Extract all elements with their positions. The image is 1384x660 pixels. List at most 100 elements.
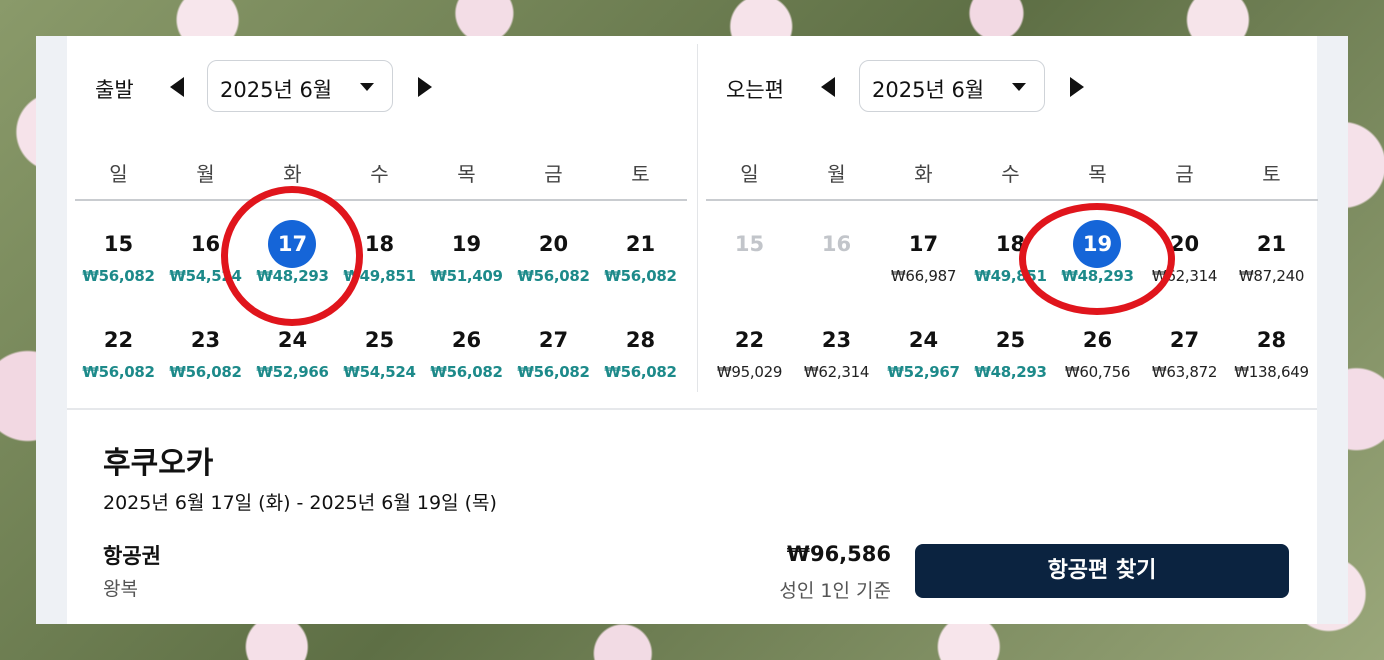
departure-day-cell[interactable]: 21 ₩56,082 bbox=[597, 221, 684, 301]
departure-day-cell[interactable]: 15 ₩56,082 bbox=[75, 221, 162, 301]
return-day-cell[interactable]: 25 ₩48,293 bbox=[967, 317, 1054, 397]
departure-day-cell[interactable]: 26 ₩56,082 bbox=[423, 317, 510, 397]
trip-type: 왕복 bbox=[103, 578, 138, 600]
day-number: 16 bbox=[821, 232, 852, 256]
return-day-cell[interactable]: 18 ₩49,851 bbox=[967, 221, 1054, 301]
return-calendar: 오는편 2025년 6월 일 월 화 수 목 금 토 15 16 17 ₩66,9 bbox=[706, 36, 1318, 408]
day-number: 18 bbox=[995, 232, 1026, 256]
day-number: 26 bbox=[451, 328, 482, 352]
prev-month-arrow-icon[interactable] bbox=[821, 77, 835, 97]
day-number: 22 bbox=[103, 328, 134, 352]
day-number: 17 bbox=[277, 232, 308, 256]
return-day-cell-selected[interactable]: 19 ₩48,293 bbox=[1054, 220, 1141, 301]
day-price: ₩56,082 bbox=[82, 363, 155, 381]
day-price: ₩56,082 bbox=[604, 363, 677, 381]
day-number: 25 bbox=[995, 328, 1026, 352]
return-day-cell[interactable]: 23 ₩62,314 bbox=[793, 317, 880, 397]
day-number: 26 bbox=[1082, 328, 1113, 352]
search-flights-button[interactable]: 항공편 찾기 bbox=[915, 544, 1289, 598]
return-day-cell[interactable]: 24 ₩52,967 bbox=[880, 317, 967, 397]
flight-date-picker-panel: 출발 2025년 6월 일 월 화 수 목 금 토 15 ₩56,082 16 ₩5… bbox=[36, 36, 1348, 624]
prev-month-arrow-icon[interactable] bbox=[170, 77, 184, 97]
day-price: ₩56,082 bbox=[517, 267, 590, 285]
day-price: ₩48,293 bbox=[256, 267, 329, 285]
departure-day-cell[interactable]: 18 ₩49,851 bbox=[336, 221, 423, 301]
day-number: 23 bbox=[821, 328, 852, 352]
return-day-cell[interactable]: 20 ₩62,314 bbox=[1141, 221, 1228, 301]
day-number: 27 bbox=[1169, 328, 1200, 352]
day-number: 19 bbox=[1082, 232, 1113, 256]
return-day-cell[interactable]: 27 ₩63,872 bbox=[1141, 317, 1228, 397]
day-number: 19 bbox=[451, 232, 482, 256]
weekday-label: 화 bbox=[283, 162, 302, 186]
return-day-cell-disabled: 15 bbox=[706, 221, 793, 301]
day-price: ₩56,082 bbox=[517, 363, 590, 381]
day-price: ₩87,240 bbox=[1238, 267, 1305, 285]
day-price: ₩56,082 bbox=[169, 363, 242, 381]
weekday-label: 월 bbox=[196, 162, 215, 186]
departure-day-cell[interactable]: 27 ₩56,082 bbox=[510, 317, 597, 397]
departure-day-cell[interactable]: 19 ₩51,409 bbox=[423, 221, 510, 301]
weekday-label: 토 bbox=[631, 162, 650, 186]
next-month-arrow-icon[interactable] bbox=[418, 77, 432, 97]
return-day-cell-disabled: 16 bbox=[793, 221, 880, 301]
return-day-cell[interactable]: 17 ₩66,987 bbox=[880, 221, 967, 301]
day-price: ₩49,851 bbox=[974, 267, 1047, 285]
day-number: 20 bbox=[538, 232, 569, 256]
departure-calendar-header: 출발 2025년 6월 bbox=[75, 60, 687, 114]
day-price: ₩54,524 bbox=[169, 267, 242, 285]
departure-title: 출발 bbox=[95, 78, 134, 102]
weekday-label: 수 bbox=[370, 162, 389, 186]
caret-down-icon bbox=[1012, 83, 1026, 91]
day-price: ₩63,872 bbox=[1151, 363, 1218, 381]
weekday-divider bbox=[75, 199, 687, 201]
day-price: ₩48,293 bbox=[1061, 267, 1134, 285]
weekday-label: 수 bbox=[1001, 162, 1020, 186]
day-price: ₩62,314 bbox=[803, 363, 870, 381]
departure-day-cell[interactable]: 23 ₩56,082 bbox=[162, 317, 249, 397]
picker-content: 출발 2025년 6월 일 월 화 수 목 금 토 15 ₩56,082 16 ₩5… bbox=[67, 36, 1318, 624]
weekday-label: 목 bbox=[457, 162, 476, 186]
weekday-label: 금 bbox=[1175, 162, 1194, 186]
next-month-arrow-icon[interactable] bbox=[1070, 77, 1084, 97]
right-edge-strip bbox=[1317, 36, 1348, 624]
departure-day-cell[interactable]: 24 ₩52,966 bbox=[249, 317, 336, 397]
weekday-label: 토 bbox=[1262, 162, 1281, 186]
departure-day-cell[interactable]: 28 ₩56,082 bbox=[597, 317, 684, 397]
trip-dates: 2025년 6월 17일 (화) - 2025년 6월 19일 (목) bbox=[103, 492, 497, 514]
weekday-label: 일 bbox=[740, 162, 759, 186]
return-day-cell[interactable]: 21 ₩87,240 bbox=[1228, 221, 1315, 301]
day-number: 17 bbox=[908, 232, 939, 256]
departure-day-cell[interactable]: 20 ₩56,082 bbox=[510, 221, 597, 301]
day-number: 28 bbox=[625, 328, 656, 352]
departure-month-select[interactable]: 2025년 6월 bbox=[207, 60, 393, 112]
left-edge-strip bbox=[36, 36, 67, 624]
return-title: 오는편 bbox=[726, 78, 784, 102]
day-number: 28 bbox=[1256, 328, 1287, 352]
caret-down-icon bbox=[360, 83, 374, 91]
departure-day-cell[interactable]: 16 ₩54,524 bbox=[162, 221, 249, 301]
day-price: ₩51,409 bbox=[430, 267, 503, 285]
weekday-label: 목 bbox=[1088, 162, 1107, 186]
product-type: 항공권 bbox=[103, 544, 161, 568]
day-number: 15 bbox=[103, 232, 134, 256]
price-basis: 성인 1인 기준 bbox=[779, 580, 891, 602]
day-price: ₩49,851 bbox=[343, 267, 416, 285]
day-price: ₩56,082 bbox=[604, 267, 677, 285]
departure-day-cell[interactable]: 22 ₩56,082 bbox=[75, 317, 162, 397]
day-price: ₩52,966 bbox=[256, 363, 329, 381]
weekday-divider bbox=[706, 199, 1318, 201]
day-number: 16 bbox=[190, 232, 221, 256]
day-price: ₩54,524 bbox=[343, 363, 416, 381]
return-month-select[interactable]: 2025년 6월 bbox=[859, 60, 1045, 112]
return-day-cell[interactable]: 22 ₩95,029 bbox=[706, 317, 793, 397]
day-price: ₩52,967 bbox=[887, 363, 960, 381]
day-price: ₩66,987 bbox=[890, 267, 957, 285]
day-number: 21 bbox=[1256, 232, 1287, 256]
departure-day-cell-selected[interactable]: 17 ₩48,293 bbox=[249, 220, 336, 301]
return-day-cell[interactable]: 28 ₩138,649 bbox=[1228, 317, 1315, 397]
day-number: 24 bbox=[277, 328, 308, 352]
weekday-label: 월 bbox=[827, 162, 846, 186]
return-day-cell[interactable]: 26 ₩60,756 bbox=[1054, 317, 1141, 397]
departure-day-cell[interactable]: 25 ₩54,524 bbox=[336, 317, 423, 397]
